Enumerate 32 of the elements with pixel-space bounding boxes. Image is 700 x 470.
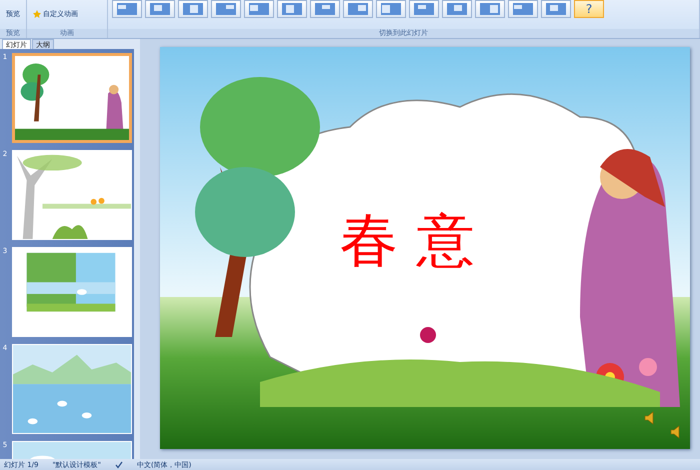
transition-icon [512,2,534,16]
transition-icon [182,2,204,16]
transition-button[interactable]: ? [574,0,604,18]
transition-button[interactable] [112,0,142,18]
transition-button[interactable] [541,0,571,18]
transition-button[interactable] [244,0,274,18]
slide-title: 春 意 [340,205,474,276]
transition-icon [116,2,138,16]
transition-button[interactable] [442,0,472,18]
transition-icon [347,2,369,16]
transition-button[interactable] [343,0,373,18]
transition-icon [545,2,567,16]
transition-icon [149,2,171,16]
transition-button[interactable] [409,0,439,18]
transition-icon [380,2,402,16]
transition-button[interactable] [277,0,307,18]
star-icon [33,10,41,18]
transition-button[interactable] [211,0,241,18]
transition-icon [248,2,270,16]
transition-button[interactable] [376,0,406,18]
transition-icon [215,2,237,16]
transition-icon [281,2,303,16]
check-icon[interactable] [114,460,123,468]
transition-icon [413,2,435,16]
transition-icon [446,2,468,16]
transition-icon [479,2,501,16]
transition-button[interactable] [475,0,505,18]
transition-button[interactable] [310,0,340,18]
transition-button[interactable] [178,0,208,18]
transition-button[interactable] [508,0,538,18]
transition-button[interactable] [145,0,175,18]
transition-icon [314,2,336,16]
